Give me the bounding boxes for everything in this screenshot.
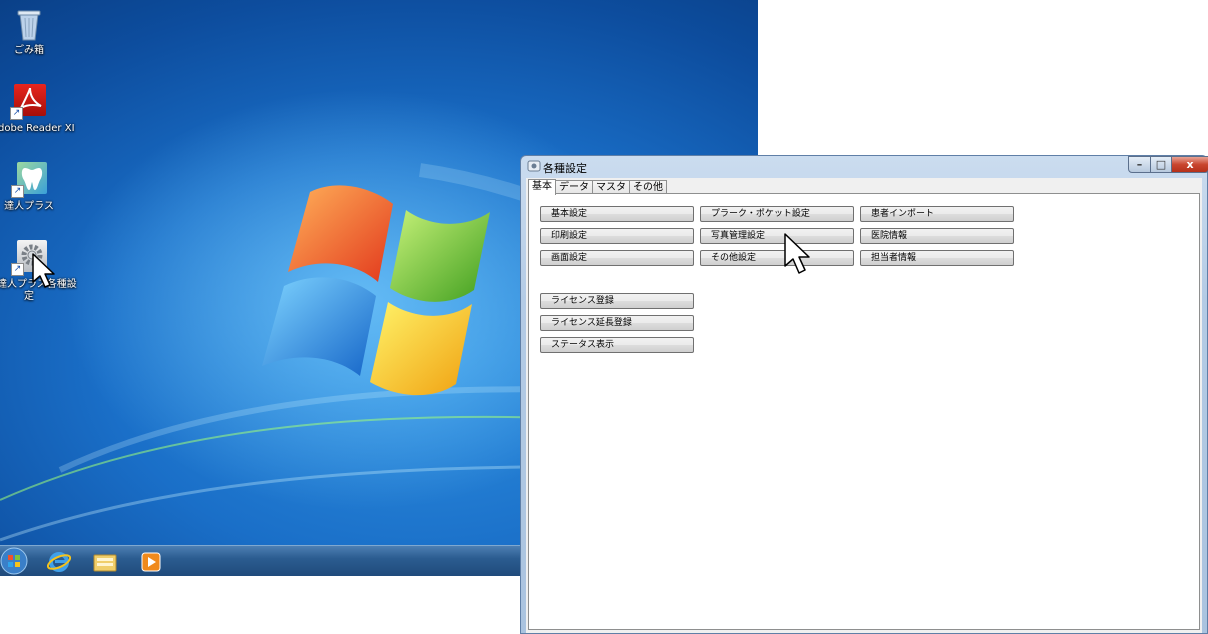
close-icon: x (1186, 158, 1194, 171)
desktop-icon-tatsujin-settings[interactable]: ↗ 達人プラス各種設 定 (0, 240, 77, 303)
adobe-reader-icon: ↗ (10, 84, 46, 120)
maximize-icon: □ (1155, 158, 1167, 171)
status-display-button[interactable]: ステータス表示 (540, 337, 694, 353)
basic-settings-button[interactable]: 基本設定 (540, 206, 694, 222)
license-register-button[interactable]: ライセンス登録 (540, 293, 694, 309)
tab-basic[interactable]: 基本 (528, 179, 556, 195)
minimize-button[interactable]: – (1128, 156, 1151, 173)
patient-import-button[interactable]: 患者インポート (860, 206, 1014, 222)
desktop-icon-tatsujin-plus[interactable]: ↗ 達人プラス (0, 162, 61, 213)
other-settings-button[interactable]: その他設定 (700, 250, 854, 266)
start-orb-icon[interactable] (0, 547, 28, 575)
clinic-info-button[interactable]: 医院情報 (860, 228, 1014, 244)
desktop-icon-label: dobe Reader XI (0, 123, 75, 134)
recycle-bin-icon (11, 6, 47, 42)
app-icon (527, 160, 541, 172)
tooth-app-icon: ↗ (11, 162, 47, 198)
window-client-area: 基本 データ マスタ その他 基本設定 印刷設定 画面設定 プラーク・ポケット設… (526, 178, 1202, 633)
maximize-button[interactable]: □ (1150, 156, 1172, 173)
desktop-icon-adobe-reader[interactable]: ↗ dobe Reader XI (0, 84, 75, 135)
gear-settings-icon: ↗ (11, 240, 47, 276)
media-player-icon[interactable] (138, 549, 164, 575)
desktop-icon-label-line2: 定 (24, 291, 34, 302)
windows-logo (262, 185, 490, 396)
plaque-pocket-settings-button[interactable]: プラーク・ポケット設定 (700, 206, 854, 222)
screen-settings-button[interactable]: 画面設定 (540, 250, 694, 266)
photo-management-settings-button[interactable]: 写真管理設定 (700, 228, 854, 244)
file-explorer-icon[interactable] (92, 549, 118, 575)
staff-info-button[interactable]: 担当者情報 (860, 250, 1014, 266)
license-extension-button[interactable]: ライセンス延長登録 (540, 315, 694, 331)
settings-window: 各種設定 – □ x 基本 データ マスタ その他 基本設定 印刷設定 画面設定… (520, 155, 1208, 634)
desktop-icon-recycle-bin[interactable]: ごみ箱 (0, 6, 61, 57)
desktop-icon-label: ごみ箱 (14, 45, 44, 56)
tab-panel-basic: 基本設定 印刷設定 画面設定 プラーク・ポケット設定 写真管理設定 その他設定 … (528, 193, 1200, 630)
desktop-icon-label: 達人プラス (4, 201, 54, 212)
shortcut-arrow-icon: ↗ (11, 185, 24, 198)
shortcut-arrow-icon: ↗ (11, 263, 24, 276)
close-button[interactable]: x (1171, 156, 1208, 173)
desktop-icon-label: 達人プラス各種設 (0, 279, 77, 290)
minimize-icon: – (1136, 158, 1143, 171)
window-title: 各種設定 (543, 162, 587, 175)
tab-strip: 基本 データ マスタ その他 (528, 179, 667, 195)
internet-explorer-icon[interactable] (46, 549, 72, 575)
print-settings-button[interactable]: 印刷設定 (540, 228, 694, 244)
shortcut-arrow-icon: ↗ (10, 107, 23, 120)
title-bar[interactable]: 各種設定 – □ x (521, 156, 1208, 178)
